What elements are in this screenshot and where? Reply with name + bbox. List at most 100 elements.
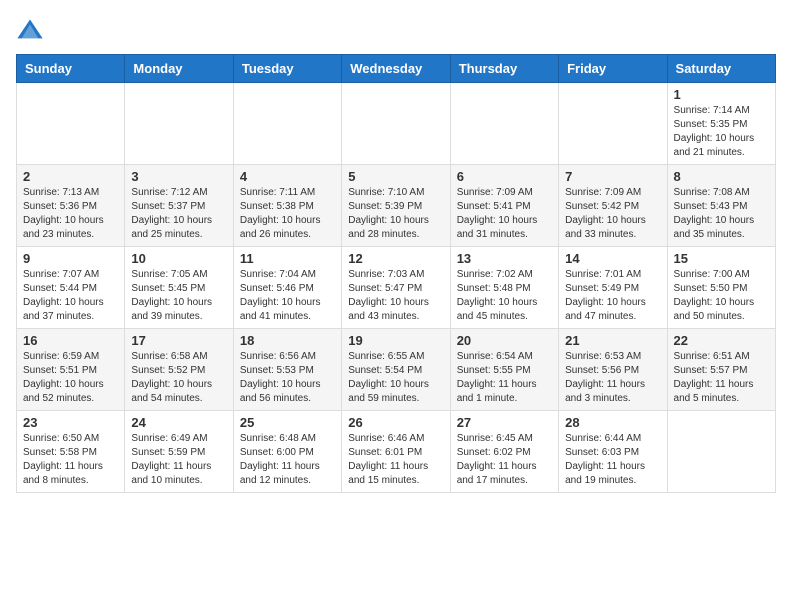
calendar-table: SundayMondayTuesdayWednesdayThursdayFrid… xyxy=(16,54,776,493)
day-number: 21 xyxy=(565,333,660,348)
day-number: 15 xyxy=(674,251,769,266)
day-number: 10 xyxy=(131,251,226,266)
calendar-week-row: 9 Sunrise: 7:07 AM Sunset: 5:44 PM Daylig… xyxy=(17,247,776,329)
calendar-week-row: 1 Sunrise: 7:14 AM Sunset: 5:35 PM Daylig… xyxy=(17,83,776,165)
calendar-cell: 7 Sunrise: 7:09 AM Sunset: 5:42 PM Daylig… xyxy=(559,165,667,247)
day-info: Sunrise: 6:51 AM Sunset: 5:57 PM Dayligh… xyxy=(674,350,769,406)
calendar-cell: 26 Sunrise: 6:46 AM Sunset: 6:01 PM Dayli… xyxy=(342,411,450,493)
day-number: 2 xyxy=(23,169,118,184)
day-number: 19 xyxy=(348,333,443,348)
calendar-cell: 14 Sunrise: 7:01 AM Sunset: 5:49 PM Dayli… xyxy=(559,247,667,329)
day-number: 12 xyxy=(348,251,443,266)
day-info: Sunrise: 6:50 AM Sunset: 5:58 PM Dayligh… xyxy=(23,432,118,488)
day-of-week-header: Friday xyxy=(559,55,667,83)
calendar-cell: 25 Sunrise: 6:48 AM Sunset: 6:00 PM Dayli… xyxy=(233,411,341,493)
calendar-cell: 12 Sunrise: 7:03 AM Sunset: 5:47 PM Dayli… xyxy=(342,247,450,329)
day-info: Sunrise: 7:10 AM Sunset: 5:39 PM Dayligh… xyxy=(348,186,443,242)
day-of-week-header: Wednesday xyxy=(342,55,450,83)
calendar-cell xyxy=(233,83,341,165)
calendar-cell: 20 Sunrise: 6:54 AM Sunset: 5:55 PM Dayli… xyxy=(450,329,558,411)
day-number: 9 xyxy=(23,251,118,266)
day-number: 7 xyxy=(565,169,660,184)
calendar-cell xyxy=(125,83,233,165)
day-info: Sunrise: 7:14 AM Sunset: 5:35 PM Dayligh… xyxy=(674,104,769,160)
day-info: Sunrise: 7:03 AM Sunset: 5:47 PM Dayligh… xyxy=(348,268,443,324)
day-info: Sunrise: 6:56 AM Sunset: 5:53 PM Dayligh… xyxy=(240,350,335,406)
day-info: Sunrise: 6:45 AM Sunset: 6:02 PM Dayligh… xyxy=(457,432,552,488)
day-info: Sunrise: 7:00 AM Sunset: 5:50 PM Dayligh… xyxy=(674,268,769,324)
calendar-cell: 5 Sunrise: 7:10 AM Sunset: 5:39 PM Daylig… xyxy=(342,165,450,247)
day-info: Sunrise: 6:46 AM Sunset: 6:01 PM Dayligh… xyxy=(348,432,443,488)
calendar-week-row: 2 Sunrise: 7:13 AM Sunset: 5:36 PM Daylig… xyxy=(17,165,776,247)
day-number: 26 xyxy=(348,415,443,430)
day-number: 1 xyxy=(674,87,769,102)
day-info: Sunrise: 6:54 AM Sunset: 5:55 PM Dayligh… xyxy=(457,350,552,406)
calendar-cell: 22 Sunrise: 6:51 AM Sunset: 5:57 PM Dayli… xyxy=(667,329,775,411)
calendar-cell: 6Sunrise: 7:09 AM Sunset: 5:41 PM Daylig… xyxy=(450,165,558,247)
calendar-cell: 13 Sunrise: 7:02 AM Sunset: 5:48 PM Dayli… xyxy=(450,247,558,329)
day-number: 17 xyxy=(131,333,226,348)
calendar-header-row: SundayMondayTuesdayWednesdayThursdayFrid… xyxy=(17,55,776,83)
day-number: 3 xyxy=(131,169,226,184)
day-info: Sunrise: 6:55 AM Sunset: 5:54 PM Dayligh… xyxy=(348,350,443,406)
calendar-cell xyxy=(667,411,775,493)
calendar-cell: 11Sunrise: 7:04 AM Sunset: 5:46 PM Dayli… xyxy=(233,247,341,329)
day-number: 8 xyxy=(674,169,769,184)
day-of-week-header: Tuesday xyxy=(233,55,341,83)
day-info: Sunrise: 7:07 AM Sunset: 5:44 PM Dayligh… xyxy=(23,268,118,324)
calendar-cell: 15 Sunrise: 7:00 AM Sunset: 5:50 PM Dayli… xyxy=(667,247,775,329)
calendar-cell: 28 Sunrise: 6:44 AM Sunset: 6:03 PM Dayli… xyxy=(559,411,667,493)
day-of-week-header: Thursday xyxy=(450,55,558,83)
day-number: 27 xyxy=(457,415,552,430)
day-info: Sunrise: 7:01 AM Sunset: 5:49 PM Dayligh… xyxy=(565,268,660,324)
calendar-week-row: 23 Sunrise: 6:50 AM Sunset: 5:58 PM Dayli… xyxy=(17,411,776,493)
day-info: Sunrise: 6:49 AM Sunset: 5:59 PM Dayligh… xyxy=(131,432,226,488)
calendar-cell: 2 Sunrise: 7:13 AM Sunset: 5:36 PM Daylig… xyxy=(17,165,125,247)
day-of-week-header: Saturday xyxy=(667,55,775,83)
day-info: Sunrise: 7:13 AM Sunset: 5:36 PM Dayligh… xyxy=(23,186,118,242)
day-info: Sunrise: 7:02 AM Sunset: 5:48 PM Dayligh… xyxy=(457,268,552,324)
day-info: Sunrise: 7:11 AM Sunset: 5:38 PM Dayligh… xyxy=(240,186,335,242)
day-info: Sunrise: 7:09 AM Sunset: 5:41 PM Dayligh… xyxy=(457,186,552,242)
calendar-cell xyxy=(559,83,667,165)
calendar-cell: 8 Sunrise: 7:08 AM Sunset: 5:43 PM Daylig… xyxy=(667,165,775,247)
day-number: 25 xyxy=(240,415,335,430)
calendar-cell: 10Sunrise: 7:05 AM Sunset: 5:45 PM Dayli… xyxy=(125,247,233,329)
logo xyxy=(16,16,48,44)
calendar-cell: 3 Sunrise: 7:12 AM Sunset: 5:37 PM Daylig… xyxy=(125,165,233,247)
calendar-cell: 24 Sunrise: 6:49 AM Sunset: 5:59 PM Dayli… xyxy=(125,411,233,493)
page-header xyxy=(16,16,776,44)
day-number: 28 xyxy=(565,415,660,430)
day-info: Sunrise: 6:44 AM Sunset: 6:03 PM Dayligh… xyxy=(565,432,660,488)
day-of-week-header: Monday xyxy=(125,55,233,83)
calendar-cell: 17 Sunrise: 6:58 AM Sunset: 5:52 PM Dayli… xyxy=(125,329,233,411)
day-info: Sunrise: 7:09 AM Sunset: 5:42 PM Dayligh… xyxy=(565,186,660,242)
calendar-cell: 16 Sunrise: 6:59 AM Sunset: 5:51 PM Dayli… xyxy=(17,329,125,411)
day-number: 13 xyxy=(457,251,552,266)
calendar-cell: 1 Sunrise: 7:14 AM Sunset: 5:35 PM Daylig… xyxy=(667,83,775,165)
day-info: Sunrise: 7:08 AM Sunset: 5:43 PM Dayligh… xyxy=(674,186,769,242)
day-number: 24 xyxy=(131,415,226,430)
calendar-cell: 21 Sunrise: 6:53 AM Sunset: 5:56 PM Dayli… xyxy=(559,329,667,411)
day-info: Sunrise: 6:58 AM Sunset: 5:52 PM Dayligh… xyxy=(131,350,226,406)
day-number: 18 xyxy=(240,333,335,348)
calendar-cell: 23 Sunrise: 6:50 AM Sunset: 5:58 PM Dayli… xyxy=(17,411,125,493)
day-number: 14 xyxy=(565,251,660,266)
day-number: 4 xyxy=(240,169,335,184)
day-number: 23 xyxy=(23,415,118,430)
day-number: 22 xyxy=(674,333,769,348)
day-info: Sunrise: 6:48 AM Sunset: 6:00 PM Dayligh… xyxy=(240,432,335,488)
day-number: 16 xyxy=(23,333,118,348)
calendar-week-row: 16 Sunrise: 6:59 AM Sunset: 5:51 PM Dayli… xyxy=(17,329,776,411)
calendar-cell: 27 Sunrise: 6:45 AM Sunset: 6:02 PM Dayli… xyxy=(450,411,558,493)
day-number: 20 xyxy=(457,333,552,348)
calendar-cell xyxy=(17,83,125,165)
day-number: 5 xyxy=(348,169,443,184)
day-info: Sunrise: 6:53 AM Sunset: 5:56 PM Dayligh… xyxy=(565,350,660,406)
day-of-week-header: Sunday xyxy=(17,55,125,83)
calendar-cell: 18 Sunrise: 6:56 AM Sunset: 5:53 PM Dayli… xyxy=(233,329,341,411)
day-info: Sunrise: 7:04 AM Sunset: 5:46 PM Dayligh… xyxy=(240,268,335,324)
day-info: Sunrise: 7:12 AM Sunset: 5:37 PM Dayligh… xyxy=(131,186,226,242)
logo-icon xyxy=(16,16,44,44)
day-info: Sunrise: 6:59 AM Sunset: 5:51 PM Dayligh… xyxy=(23,350,118,406)
